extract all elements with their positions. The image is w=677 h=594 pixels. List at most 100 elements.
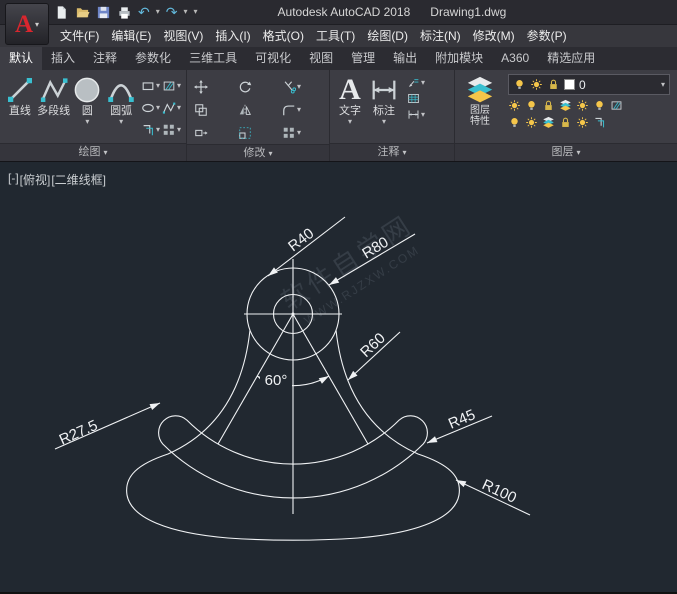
tool-mirror-button[interactable] [238, 98, 282, 121]
tab-annotate[interactable]: 注释 [84, 47, 126, 70]
layer-tool-icon[interactable] [576, 116, 589, 129]
chevron-down-icon: ▾ [382, 118, 386, 126]
tab-3d-tools[interactable]: 三维工具 [180, 47, 246, 70]
dim-r27-5-label: R27.5 [57, 417, 100, 449]
dim-r60-label: R60 [357, 330, 389, 361]
chevron-down-icon: ▾ [177, 82, 181, 90]
circle-icon [72, 75, 102, 105]
model-viewport[interactable]: [-] [俯视] [二维线框] 软件自学网 WWW.RJZXW.COM [0, 162, 677, 592]
draw-mini-grid: ▾ ▾ ▾ ▾ ▾ ▾ [141, 75, 183, 141]
layer-tool-icon[interactable] [525, 99, 538, 112]
save-icon[interactable] [96, 5, 111, 20]
tool-dim-style-button[interactable]: ▾ [407, 108, 425, 121]
modify-grid: ▾ ▾ ▾ [194, 73, 326, 144]
tool-dimension-button[interactable]: 标注 ▾ [367, 73, 401, 126]
layer-properties-button[interactable]: 图层特性 [458, 73, 502, 127]
new-file-icon[interactable] [54, 5, 69, 20]
tool-spline-button[interactable]: ▾ [162, 97, 183, 119]
layer-tool-icon[interactable] [508, 116, 521, 129]
menu-tools[interactable]: 工具(T) [310, 25, 361, 47]
ribbon-panel-annotation: A 文字 ▾ 标注 ▾ ▾ ▾ 注释 ▾ [330, 70, 455, 161]
layer-tool-icon[interactable] [576, 99, 589, 112]
menu-insert[interactable]: 插入(I) [209, 25, 256, 47]
layer-tool-icon[interactable] [542, 99, 555, 112]
menu-view[interactable]: 视图(V) [157, 25, 209, 47]
cad-drawing: 软件自学网 WWW.RJZXW.COM [0, 162, 677, 594]
tool-array-button[interactable]: ▾ [162, 119, 183, 141]
menu-format[interactable]: 格式(O) [257, 25, 310, 47]
menu-parametric[interactable]: 参数(P) [521, 25, 573, 47]
tool-ellipse-button[interactable]: ▾ [141, 97, 162, 119]
draw-panel-footer[interactable]: 绘图 ▾ [0, 143, 186, 161]
tab-addins[interactable]: 附加模块 [426, 47, 492, 70]
arc-icon [106, 75, 136, 105]
tab-visualize[interactable]: 可视化 [246, 47, 300, 70]
layer-tool-icon[interactable] [525, 116, 538, 129]
tool-polyline-button[interactable]: 多段线 [37, 73, 71, 118]
open-file-icon[interactable] [75, 5, 90, 20]
mirror-icon [238, 103, 252, 117]
tool-fillet-button[interactable]: ▾ [282, 98, 326, 121]
scale-icon [238, 126, 252, 140]
layer-tool-icon[interactable] [593, 116, 606, 129]
plot-icon[interactable] [117, 5, 132, 20]
layers-panel-footer[interactable]: 图层 ▾ [455, 143, 677, 161]
undo-icon[interactable]: ↶ [138, 5, 150, 20]
ribbon-panel-layers: 图层特性 0 ▾ [455, 70, 677, 161]
modify-panel-footer[interactable]: 修改 ▾ [187, 144, 329, 161]
tool-trim-button[interactable]: ▾ [282, 75, 326, 98]
tool-scale-button[interactable] [238, 121, 282, 144]
viewport-menu-control[interactable]: [-] [8, 171, 19, 188]
tool-stretch-button[interactable] [194, 121, 238, 144]
tab-parametric[interactable]: 参数化 [126, 47, 180, 70]
chevron-down-icon: ▾ [297, 129, 301, 137]
menu-edit[interactable]: 编辑(E) [105, 25, 157, 47]
redo-icon[interactable]: ↷ [166, 5, 178, 20]
menu-file[interactable]: 文件(F) [54, 25, 105, 47]
layer-tool-icon[interactable] [508, 99, 521, 112]
tab-view[interactable]: 视图 [300, 47, 342, 70]
layer-tool-icon[interactable] [593, 99, 606, 112]
chevron-down-icon[interactable]: ▾ [183, 8, 187, 16]
chevron-down-icon: ▾ [177, 126, 181, 134]
cad-geometry [55, 217, 530, 540]
application-menu-button[interactable]: A ▾ [5, 3, 49, 45]
layer-tool-icon[interactable] [559, 99, 572, 112]
tool-line-button[interactable]: 直线 [3, 73, 37, 118]
qat-customize-icon[interactable]: ▾ [194, 8, 198, 16]
layer-tool-icon[interactable] [559, 116, 572, 129]
menu-draw[interactable]: 绘图(D) [361, 25, 414, 47]
tab-manage[interactable]: 管理 [342, 47, 384, 70]
annotation-panel-footer[interactable]: 注释 ▾ [330, 143, 454, 161]
tab-insert[interactable]: 插入 [42, 47, 84, 70]
layer-select[interactable]: 0 ▾ [508, 74, 670, 95]
view-control[interactable]: [俯视] [20, 171, 51, 188]
visual-style-control[interactable]: [二维线框] [51, 171, 106, 188]
layer-tool-icon[interactable] [610, 99, 623, 112]
chevron-down-icon: ▾ [35, 20, 39, 29]
fillet-icon [282, 103, 296, 117]
tool-circle-button[interactable]: 圆 ▾ [71, 73, 105, 126]
tool-move-button[interactable] [194, 75, 238, 98]
tab-home[interactable]: 默认 [0, 47, 42, 70]
polyline-icon [39, 75, 69, 105]
tool-array-button[interactable]: ▾ [282, 121, 326, 144]
tool-rotate-button[interactable] [238, 75, 282, 98]
menu-dimension[interactable]: 标注(N) [414, 25, 467, 47]
layer-tool-icon[interactable] [542, 116, 555, 129]
tool-offset-button[interactable]: ▾ [141, 119, 162, 141]
multileader-icon [407, 76, 420, 89]
tool-rectangle-button[interactable]: ▾ [141, 75, 162, 97]
tab-output[interactable]: 输出 [384, 47, 426, 70]
tool-table-button[interactable] [407, 92, 425, 105]
tool-mleader-button[interactable]: ▾ [407, 76, 425, 89]
tool-arc-button[interactable]: 圆弧 ▾ [104, 73, 138, 126]
tool-copy-button[interactable] [194, 98, 238, 121]
chevron-down-icon[interactable]: ▾ [156, 8, 160, 16]
tab-a360[interactable]: A360 [492, 47, 538, 70]
menu-modify[interactable]: 修改(M) [467, 25, 521, 47]
tool-text-button[interactable]: A 文字 ▾ [333, 73, 367, 126]
dimension-icon [369, 75, 399, 105]
tool-hatch-button[interactable]: ▾ [162, 75, 183, 97]
tab-featured-apps[interactable]: 精选应用 [538, 47, 604, 70]
